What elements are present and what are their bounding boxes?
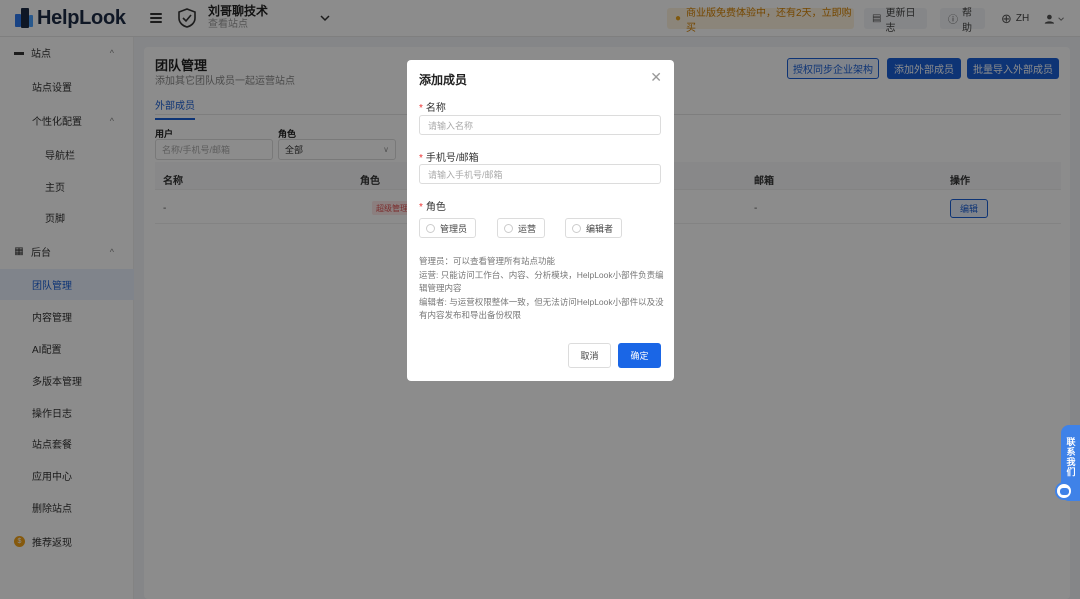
cancel-button[interactable]: 取消 <box>568 343 611 368</box>
role-option-label: 运营 <box>518 223 537 234</box>
name-input[interactable]: 请输入名称 <box>419 115 661 135</box>
add-member-dialog: 添加成员 ✕ * 名称 请输入名称 * 手机号/邮箱 请输入手机号/邮箱 * 角色 管… <box>407 60 674 381</box>
close-icon[interactable]: ✕ <box>650 69 662 86</box>
role-option-label: 编辑者 <box>586 223 614 234</box>
role-note-editor: 编辑者: 与运营权限整体一致，但无法访问HelpLook小部件以及没有内容发布和… <box>419 296 664 321</box>
chat-bubble-icon[interactable] <box>1055 482 1073 500</box>
role-note-operator: 运营: 只能访问工作台、内容、分析模块，HelpLook小部件负责编辑管理内容 <box>419 269 664 294</box>
dialog-title: 添加成员 <box>419 73 468 87</box>
contact-us-label: 联系我们 <box>1065 437 1076 477</box>
contact-label: * 手机号/邮箱 <box>419 153 479 164</box>
radio-circle-icon <box>504 223 513 233</box>
role-note-admin: 管理员：可以查看管理所有站点功能 <box>419 256 556 266</box>
contact-input[interactable]: 请输入手机号/邮箱 <box>419 164 661 184</box>
role-label: * 角色 <box>419 202 446 213</box>
radio-circle-icon <box>426 223 435 233</box>
confirm-button[interactable]: 确定 <box>618 343 661 368</box>
role-option-label: 管理员 <box>440 223 468 234</box>
app-root: HelpLook 刘哥聊技术 查看站点 ● 商业版免费体验中，还有2天，立即购买… <box>0 0 1080 599</box>
role-radio-admin[interactable]: 管理员 <box>419 218 477 238</box>
radio-circle-icon <box>572 223 581 233</box>
role-radio-editor[interactable]: 编辑者 <box>565 218 623 238</box>
name-label: * 名称 <box>419 103 446 114</box>
role-descriptions: 管理员：可以查看管理所有站点功能 运营: 只能访问工作台、内容、分析模块，Hel… <box>419 255 664 323</box>
role-radio-operator[interactable]: 运营 <box>497 218 546 238</box>
